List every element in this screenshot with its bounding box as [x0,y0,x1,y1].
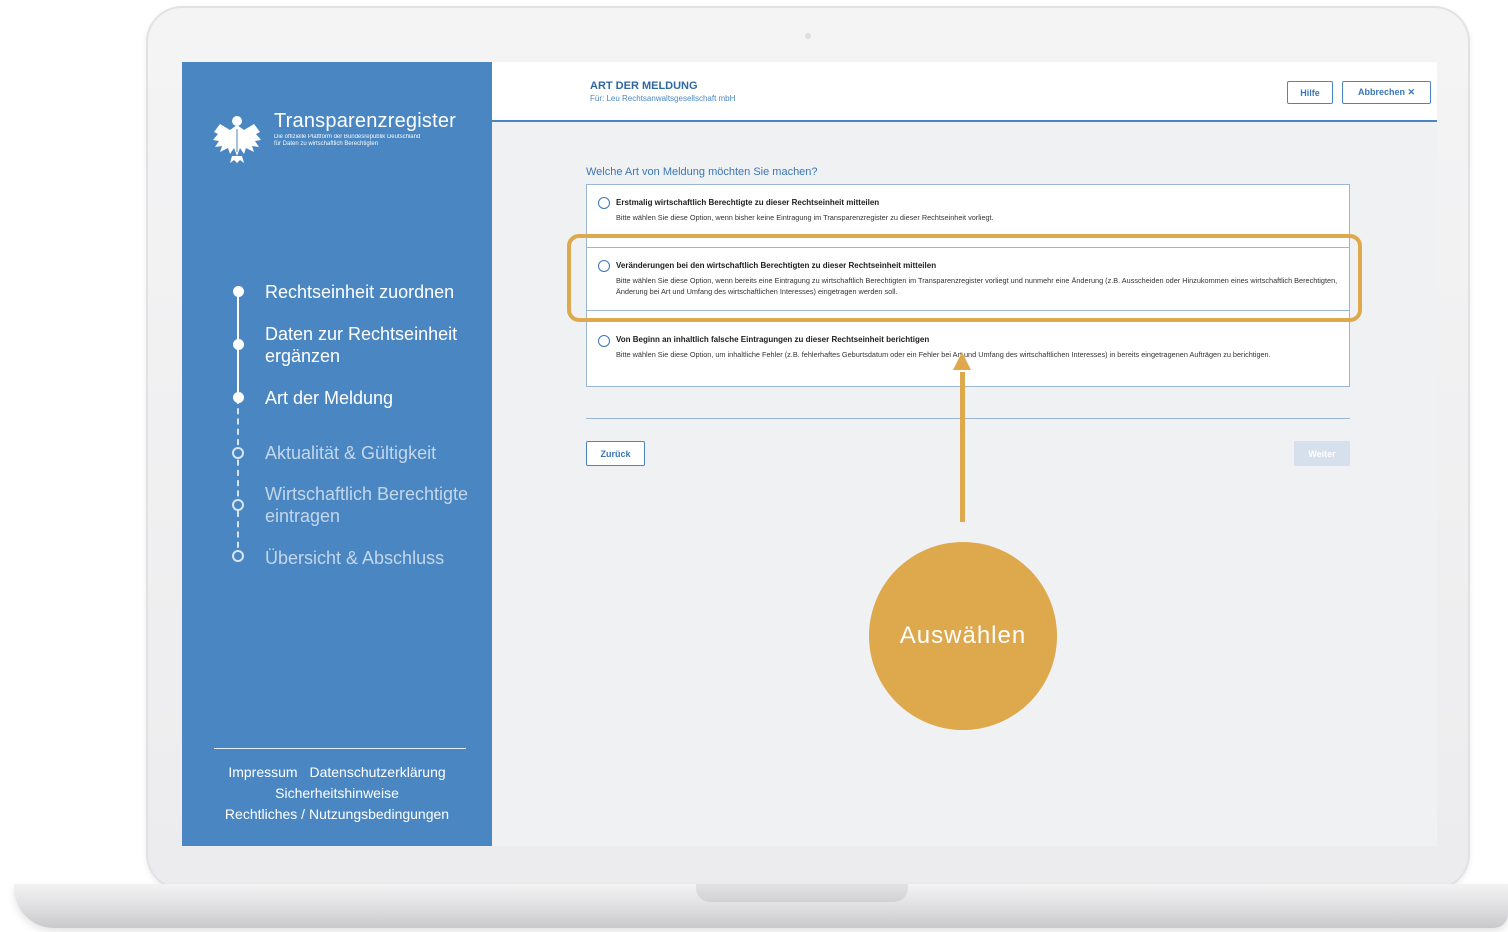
step-aktualitaet: Aktualität & Gültigkeit [265,443,437,463]
brand-subtitle-line1: Die offizielle Plattform der Bundesrepub… [274,134,421,140]
radio-berichtigen[interactable] [598,335,610,347]
next-button[interactable]: Weiter [1294,441,1350,466]
arrow-shaft [960,372,965,522]
federal-eagle-icon [213,116,261,163]
footer-link-sicherheit[interactable]: Sicherheitshinweise [275,785,399,801]
arrow-up-icon [953,352,971,370]
cancel-button[interactable]: Abbrechen ✕ [1342,81,1431,104]
footer-link-rechtliches[interactable]: Rechtliches / Nutzungsbedingungen [225,806,449,822]
header: ART DER MELDUNG Für: Leu Rechtsanwaltsge… [492,62,1437,122]
footer-links: Impressum Datenschutzerklärung Sicherhei… [182,762,492,825]
step-wirtschaftlich-berechtigte: Wirtschaftlich Berechtigte eintragen [265,484,469,526]
brand-title: Transparenzregister [274,110,457,132]
option-description: Bitte wählen Sie diese Option, wenn bish… [616,213,994,222]
back-button[interactable]: Zurück [586,441,645,466]
step-dot-todo [232,499,244,511]
option-title: Von Beginn an inhaltlich falsche Eintrag… [616,335,930,344]
option-title: Erstmalig wirtschaftlich Berechtigte zu … [616,198,880,207]
footer-link-datenschutz[interactable]: Datenschutzerklärung [309,764,445,780]
content-divider [586,418,1350,419]
selection-highlight [567,234,1362,322]
step-dot-todo [232,550,244,562]
camera-dot [805,33,811,39]
step-art-der-meldung[interactable]: Art der Meldung [265,387,485,409]
sidebar: Transparenzregister Die offizielle Platt… [182,62,492,846]
step-uebersicht: Übersicht & Abschluss [265,548,445,568]
footer-link-impressum[interactable]: Impressum [228,764,297,780]
step-dot-done [233,339,244,350]
select-callout: Auswählen [869,542,1057,730]
radio-erstmalig[interactable] [598,197,610,209]
help-button[interactable]: Hilfe [1287,81,1333,104]
laptop-notch [696,884,908,902]
progress-line-pending [237,398,239,558]
page-title: ART DER MELDUNG [590,80,698,92]
brand-subtitle-line2: für Daten zu wirtschaftlich Berechtigten [274,141,379,147]
step-daten-ergaenzen[interactable]: Daten zur Rechtseinheit ergänzen [265,323,485,367]
step-rechtseinheit-zuordnen[interactable]: Rechtseinheit zuordnen [265,281,485,303]
sidebar-divider [214,748,466,749]
question-label: Welche Art von Meldung möchten Sie mache… [586,166,818,178]
step-dot-done [233,286,244,297]
step-dot-todo [232,447,244,459]
brand-subtitle: Die offizielle Plattform der Bundesrepub… [274,134,474,148]
option-description: Bitte wählen Sie diese Option, um inhalt… [616,350,1271,359]
page-subtitle: Für: Leu Rechtsanwaltsgesellschaft mbH [590,94,736,103]
screen: Transparenzregister Die offizielle Platt… [182,62,1437,846]
step-dot-current [233,392,244,403]
